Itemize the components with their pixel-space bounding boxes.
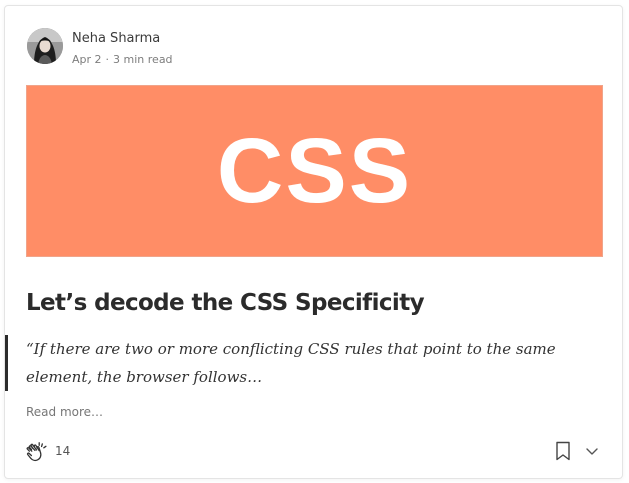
quote-bar: [5, 335, 8, 391]
clap-icon[interactable]: [23, 437, 51, 465]
read-time: 3 min read: [113, 53, 173, 66]
clap-count: 14: [55, 444, 71, 458]
hero-image[interactable]: CSS: [26, 85, 603, 257]
author-avatar[interactable]: [27, 28, 63, 64]
post-date: Apr 2: [72, 53, 102, 66]
avatar-image: [27, 28, 63, 64]
hero-text: CSS: [216, 120, 413, 222]
article-excerpt: “If there are two or more conflicting CS…: [26, 340, 556, 386]
author-name[interactable]: Neha Sharma: [72, 31, 160, 46]
article-title[interactable]: Let’s decode the CSS Specificity: [26, 290, 425, 316]
read-more-link[interactable]: Read more…: [26, 405, 103, 419]
post-meta: Apr 2 · 3 min read: [72, 53, 173, 66]
bookmark-icon[interactable]: [553, 440, 573, 462]
article-card[interactable]: Neha Sharma Apr 2 · 3 min read CSS Let’s d…: [4, 5, 623, 479]
chevron-down-icon[interactable]: [583, 442, 601, 460]
meta-separator: ·: [105, 53, 110, 66]
